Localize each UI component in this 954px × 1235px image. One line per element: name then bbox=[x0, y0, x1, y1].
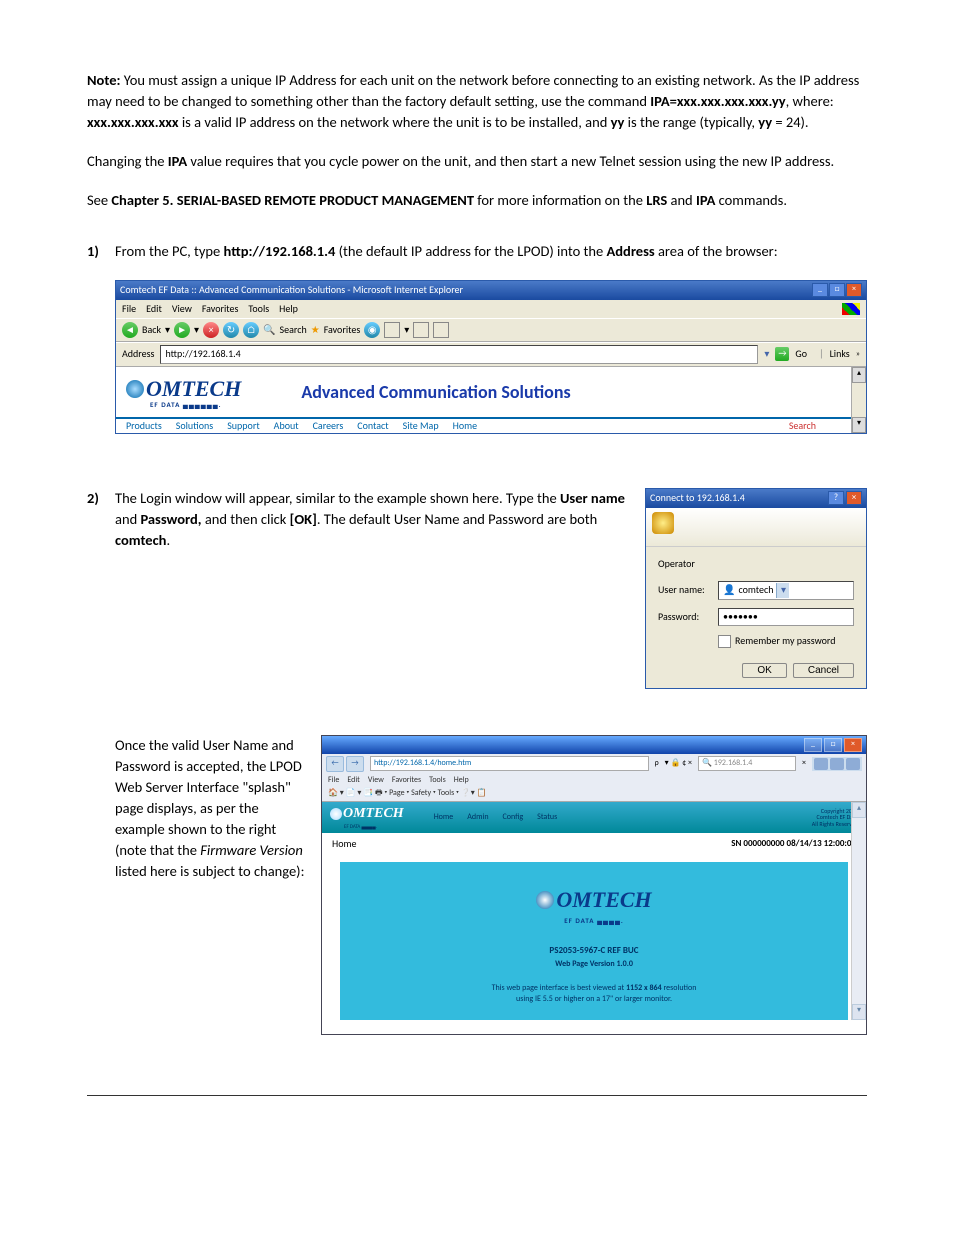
step-2-text: The Login window will appear, similar to… bbox=[115, 488, 625, 551]
ipa-paragraph: Changing the IPA value requires that you… bbox=[87, 151, 867, 172]
see-chapter-paragraph: See Chapter 5. SERIAL-BASED REMOTE PRODU… bbox=[87, 190, 867, 211]
maximize-icon[interactable]: □ bbox=[824, 738, 842, 752]
minimize-icon[interactable]: _ bbox=[812, 283, 828, 297]
scrollbar[interactable]: ▴▾ bbox=[851, 802, 866, 1020]
remember-label: Remember my password bbox=[735, 634, 836, 649]
step-1-number: 1) bbox=[87, 241, 115, 458]
go-button[interactable]: → bbox=[775, 347, 789, 361]
address-input[interactable]: http://192.168.1.4/home.htm bbox=[370, 756, 649, 772]
toolbar-icons[interactable] bbox=[812, 757, 862, 771]
mail-icon bbox=[384, 322, 400, 338]
close-icon[interactable]: × bbox=[846, 283, 862, 297]
nav-tabs[interactable]: HomeAdminConfigStatus bbox=[434, 812, 558, 824]
username-label: User name: bbox=[658, 583, 718, 598]
favorites-icon: ★ bbox=[311, 323, 320, 338]
menu-bar[interactable]: FileEditViewFavoritesToolsHelp bbox=[322, 774, 866, 788]
browser-screenshot: Comtech EF Data :: Advanced Communicatio… bbox=[115, 280, 867, 434]
username-input[interactable]: 👤comtech▾ bbox=[718, 581, 854, 600]
password-input[interactable]: ••••••• bbox=[718, 608, 854, 627]
address-label: Address bbox=[122, 347, 154, 362]
footer-rule bbox=[87, 1095, 867, 1096]
step-1-text: From the PC, type http://192.168.1.4 (th… bbox=[115, 241, 867, 262]
toolbar[interactable]: ◄Back ▾ ► ▾ × ↻ ⌂ 🔍Search ★Favorites ◉ ▾ bbox=[116, 318, 866, 342]
address-input[interactable]: http://192.168.1.4 bbox=[160, 345, 758, 364]
forward-icon: ► bbox=[174, 322, 190, 338]
back-icon[interactable]: ← bbox=[326, 756, 344, 772]
site-nav[interactable]: ProductsSolutionsSupportAboutCareersCont… bbox=[116, 417, 866, 434]
cancel-button[interactable]: Cancel bbox=[793, 663, 854, 678]
minimize-icon[interactable]: _ bbox=[804, 738, 822, 752]
step-3-text: Once the valid User Name and Password is… bbox=[115, 735, 305, 882]
command-bar[interactable]: 🏠 ▾ 📄 ▾ 📑 🖶 ▾ Page ▾ Safety ▾ Tools ▾ ❔▾… bbox=[322, 787, 866, 802]
close-icon[interactable]: × bbox=[846, 491, 862, 505]
splash-panel: OMTECH EF DATA ▄▄▄▄. PS2053-5967-C REF B… bbox=[340, 862, 848, 1020]
page-title: Home bbox=[332, 837, 356, 852]
menu-bar[interactable]: FileEditViewFavoritesToolsHelp bbox=[122, 302, 308, 317]
maximize-icon[interactable]: □ bbox=[829, 283, 845, 297]
help-icon[interactable]: ? bbox=[828, 491, 844, 505]
history-icon: ◉ bbox=[364, 322, 380, 338]
refresh-icon: ↻ bbox=[223, 322, 239, 338]
keys-icon bbox=[652, 512, 674, 534]
login-dialog: Connect to 192.168.1.4 ?× Operator User … bbox=[645, 488, 867, 689]
back-icon: ◄ bbox=[122, 322, 138, 338]
scrollbar[interactable]: ▴▾ bbox=[851, 367, 866, 434]
password-label: Password: bbox=[658, 610, 718, 625]
search-icon: 🔍 bbox=[263, 323, 275, 338]
search-input[interactable]: 🔍 192.168.1.4 bbox=[698, 756, 796, 772]
serial-status: SN 000000000 08/14/13 12:00:00 bbox=[731, 837, 856, 852]
splash-screenshot: _□× ←→ http://192.168.1.4/home.htm ρ ▾ 🔒… bbox=[321, 735, 867, 1035]
print-icon bbox=[413, 322, 429, 338]
login-title: Connect to 192.168.1.4 bbox=[650, 491, 745, 506]
window-title: Comtech EF Data :: Advanced Communicatio… bbox=[120, 283, 463, 298]
forward-icon[interactable]: → bbox=[346, 756, 364, 772]
windows-flag-icon bbox=[842, 303, 860, 315]
banner-title: Advanced Communication Solutions bbox=[301, 379, 570, 405]
stop-icon: × bbox=[203, 322, 219, 338]
close-icon[interactable]: × bbox=[844, 738, 862, 752]
user-icon: 👤 bbox=[723, 583, 735, 598]
home-icon: ⌂ bbox=[243, 322, 259, 338]
step-2-number: 2) bbox=[87, 488, 115, 689]
comtech-logo: OMTECH bbox=[330, 804, 404, 824]
operator-label: Operator bbox=[658, 557, 854, 572]
remember-checkbox[interactable] bbox=[718, 635, 731, 648]
edit-icon bbox=[433, 322, 449, 338]
ok-button[interactable]: OK bbox=[742, 663, 786, 678]
note-paragraph: Note: You must assign a unique IP Addres… bbox=[87, 70, 867, 133]
